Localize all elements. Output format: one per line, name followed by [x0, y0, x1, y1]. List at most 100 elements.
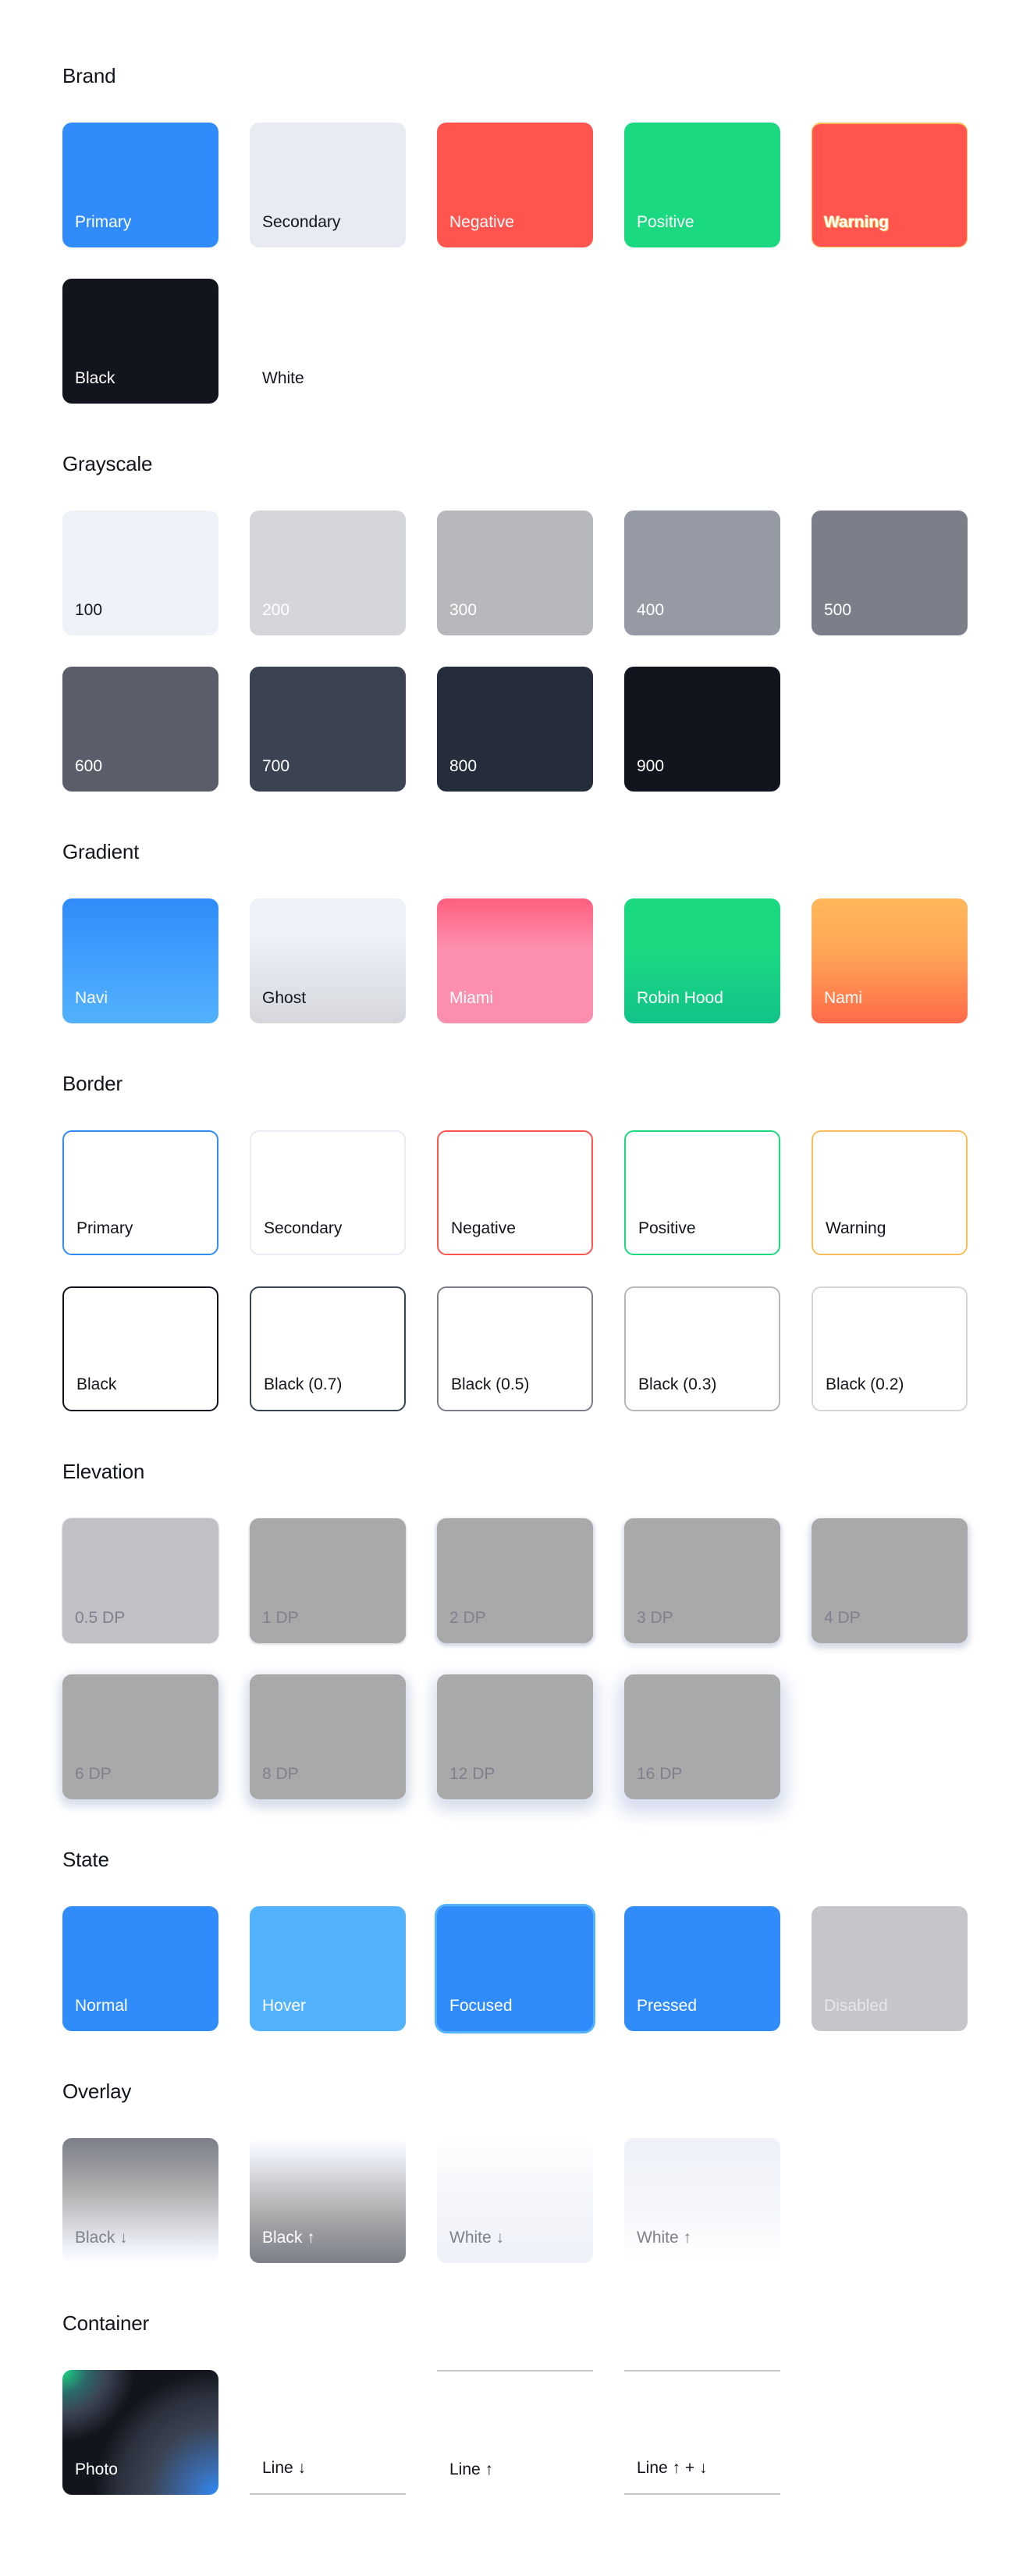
- swatch-brand-positive[interactable]: Positive: [624, 123, 780, 247]
- swatch-label: 700: [262, 757, 290, 775]
- swatch-gradient-navi[interactable]: Navi: [62, 898, 218, 1023]
- swatch-gray-900[interactable]: 900: [624, 667, 780, 792]
- swatch-label: 8 DP: [262, 1765, 299, 1783]
- swatch-label: 1 DP: [262, 1609, 299, 1627]
- swatch-state-focused[interactable]: Focused: [437, 1906, 593, 2031]
- section-title-state: State: [62, 1848, 109, 1871]
- swatch-gradient-robin-hood[interactable]: Robin Hood: [624, 898, 780, 1023]
- swatch-border-black-02[interactable]: Black (0.2): [812, 1286, 968, 1411]
- swatch-overlay-white-down[interactable]: White ↓: [437, 2138, 593, 2263]
- swatch-elevation-1dp[interactable]: 1 DP: [250, 1518, 406, 1643]
- swatch-border-warning[interactable]: Warning: [812, 1130, 968, 1255]
- swatch-gray-500[interactable]: 500: [812, 511, 968, 635]
- swatch-label: Hover: [262, 1997, 307, 2015]
- swatch-label: Secondary: [262, 213, 341, 231]
- swatch-elevation-12dp[interactable]: 12 DP: [437, 1674, 593, 1799]
- swatch-label: Focused: [449, 1997, 513, 2015]
- swatch-label: 600: [75, 757, 103, 775]
- swatch-elevation-16dp[interactable]: 16 DP: [624, 1674, 780, 1799]
- swatch-label: 100: [75, 601, 103, 619]
- swatch-label: Miami: [449, 989, 493, 1007]
- swatch-label: White: [262, 369, 304, 387]
- swatch-label: Line ↑: [449, 2460, 494, 2478]
- swatch-border-black-05[interactable]: Black (0.5): [437, 1286, 593, 1411]
- swatch-gradient-miami[interactable]: Miami: [437, 898, 593, 1023]
- section-title-brand: Brand: [62, 64, 116, 87]
- swatch-label: 0.5 DP: [75, 1609, 126, 1627]
- swatch-state-pressed[interactable]: Pressed: [624, 1906, 780, 2031]
- section-title-border: Border: [62, 1072, 123, 1095]
- swatch-label: Primary: [75, 213, 132, 231]
- swatch-label: Pressed: [637, 1997, 698, 2015]
- swatch-gray-400[interactable]: 400: [624, 511, 780, 635]
- swatch-border-black-03[interactable]: Black (0.3): [624, 1286, 780, 1411]
- swatch-label: 2 DP: [449, 1609, 486, 1627]
- swatch-elevation-0-5dp[interactable]: 0.5 DP: [62, 1518, 218, 1643]
- swatch-border-negative[interactable]: Negative: [437, 1130, 593, 1255]
- swatch-brand-black[interactable]: Black: [62, 279, 218, 404]
- swatch-label: 3 DP: [637, 1609, 673, 1627]
- swatch-label: 900: [637, 757, 665, 775]
- swatch-label: Negative: [451, 1219, 516, 1237]
- swatch-label: Ghost: [262, 989, 307, 1007]
- swatch-label: Line ↑ + ↓: [637, 2459, 708, 2477]
- swatch-gradient-ghost[interactable]: Ghost: [250, 898, 406, 1023]
- swatch-brand-secondary[interactable]: Secondary: [250, 123, 406, 247]
- swatch-label: 400: [637, 601, 665, 619]
- swatch-gray-300[interactable]: 300: [437, 511, 593, 635]
- section-title-overlay: Overlay: [62, 2080, 132, 2103]
- swatch-gray-100[interactable]: 100: [62, 511, 218, 635]
- swatch-label: Primary: [76, 1219, 133, 1237]
- swatch-brand-warning[interactable]: Warning: [812, 123, 968, 247]
- swatch-gradient-nami[interactable]: Nami: [812, 898, 968, 1023]
- swatch-container-photo[interactable]: Photo: [62, 2370, 218, 2495]
- swatch-gray-800[interactable]: 800: [437, 667, 593, 792]
- swatch-border-black-07[interactable]: Black (0.7): [250, 1286, 406, 1411]
- swatch-container-line-bottom[interactable]: Line ↓: [250, 2370, 406, 2495]
- swatch-label: Navi: [75, 989, 108, 1007]
- swatch-label: White ↑: [637, 2229, 692, 2247]
- swatch-label: Photo: [75, 2460, 118, 2478]
- swatch-label: Black (0.2): [826, 1375, 904, 1393]
- swatch-border-primary[interactable]: Primary: [62, 1130, 218, 1255]
- swatch-overlay-white-up[interactable]: White ↑: [624, 2138, 780, 2263]
- swatch-state-hover[interactable]: Hover: [250, 1906, 406, 2031]
- swatch-container-line-top[interactable]: Line ↑: [437, 2370, 593, 2495]
- swatch-elevation-6dp[interactable]: 6 DP: [62, 1674, 218, 1799]
- swatch-label: 4 DP: [824, 1609, 861, 1627]
- swatch-label: Black ↑: [262, 2229, 315, 2247]
- swatch-elevation-4dp[interactable]: 4 DP: [812, 1518, 968, 1643]
- swatch-elevation-2dp[interactable]: 2 DP: [437, 1518, 593, 1643]
- swatch-label: 6 DP: [75, 1765, 112, 1783]
- swatch-overlay-black-up[interactable]: Black ↑: [250, 2138, 406, 2263]
- swatch-label: Secondary: [264, 1219, 343, 1237]
- swatch-overlay-black-down[interactable]: Black ↓: [62, 2138, 218, 2263]
- swatch-border-positive[interactable]: Positive: [624, 1130, 780, 1255]
- swatch-gray-700[interactable]: 700: [250, 667, 406, 792]
- swatch-label: 200: [262, 601, 290, 619]
- swatch-label: Line ↓: [262, 2459, 307, 2477]
- swatch-elevation-3dp[interactable]: 3 DP: [624, 1518, 780, 1643]
- swatch-label: Warning: [824, 213, 890, 231]
- swatch-elevation-8dp[interactable]: 8 DP: [250, 1674, 406, 1799]
- swatch-state-normal[interactable]: Normal: [62, 1906, 218, 2031]
- swatch-label: Positive: [638, 1219, 696, 1237]
- swatch-gray-600[interactable]: 600: [62, 667, 218, 792]
- section-title-elevation: Elevation: [62, 1460, 145, 1483]
- swatch-brand-white[interactable]: White: [250, 279, 406, 404]
- section-title-container: Container: [62, 2311, 149, 2335]
- swatch-state-disabled[interactable]: Disabled: [812, 1906, 968, 2031]
- swatch-label: Nami: [824, 989, 863, 1007]
- swatch-border-black[interactable]: Black: [62, 1286, 218, 1411]
- swatch-label: Black: [75, 369, 115, 387]
- swatch-container-line-both[interactable]: Line ↑ + ↓: [624, 2370, 780, 2495]
- swatch-label: Normal: [75, 1997, 128, 2015]
- swatch-brand-primary[interactable]: Primary: [62, 123, 218, 247]
- section-title-grayscale: Grayscale: [62, 452, 153, 475]
- swatch-label: Warning: [826, 1219, 886, 1237]
- swatch-gray-200[interactable]: 200: [250, 511, 406, 635]
- swatch-label: Black (0.7): [264, 1375, 343, 1393]
- swatch-border-secondary[interactable]: Secondary: [250, 1130, 406, 1255]
- swatch-label: Positive: [637, 213, 694, 231]
- swatch-brand-negative[interactable]: Negative: [437, 123, 593, 247]
